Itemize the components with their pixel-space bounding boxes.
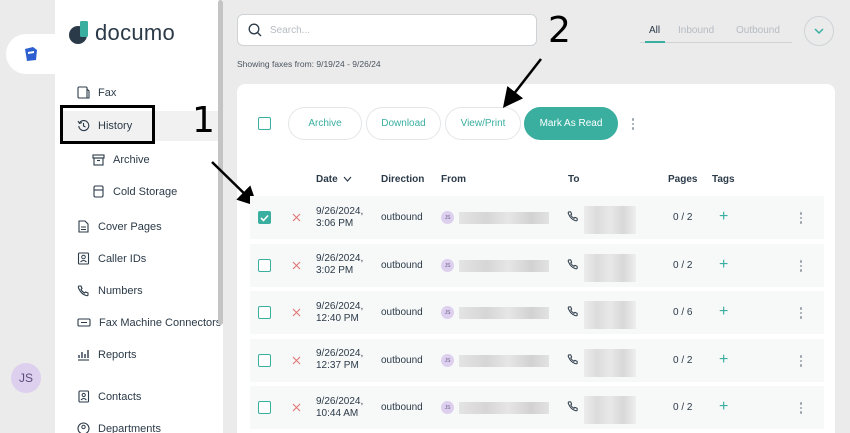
redacted-to	[584, 254, 636, 282]
failed-status-icon	[292, 403, 301, 412]
row-date-day: 9/26/2024,	[316, 396, 364, 407]
phone-icon	[567, 306, 578, 317]
row-pages: 0 / 2	[673, 402, 693, 413]
add-tag-icon[interactable]: +	[719, 209, 728, 225]
row-checkbox[interactable]	[258, 306, 271, 319]
row-checkbox[interactable]	[258, 354, 271, 367]
redacted-from	[459, 260, 549, 272]
redacted-from	[459, 307, 549, 319]
row-date-day: 9/26/2024,	[316, 206, 364, 217]
row-date-time: 3:06 PM	[316, 218, 354, 229]
row-menu-icon[interactable]	[799, 307, 803, 319]
sender-avatar: JS	[441, 211, 454, 224]
redacted-to	[584, 206, 636, 234]
row-checkbox[interactable]	[258, 401, 271, 414]
sender-avatar: JS	[441, 259, 454, 272]
row-date-day: 9/26/2024,	[316, 301, 364, 312]
annotation-arrow-2	[502, 58, 542, 108]
row-menu-icon[interactable]	[799, 355, 803, 367]
row-menu-icon[interactable]	[799, 212, 803, 224]
redacted-to	[584, 301, 636, 329]
row-date-time: 3:02 PM	[316, 265, 354, 276]
row-date: 9/26/2024, 12:40 PM	[316, 301, 363, 325]
row-date-day: 9/26/2024,	[316, 253, 364, 264]
phone-icon	[567, 354, 578, 365]
redacted-to	[584, 396, 636, 424]
row-date: 9/26/2024, 10:44 AM	[316, 396, 363, 420]
row-pages: 0 / 2	[673, 212, 693, 223]
row-direction: outbound	[381, 260, 423, 271]
row-pages: 0 / 6	[673, 307, 693, 318]
phone-icon	[567, 401, 578, 412]
sender-avatar: JS	[441, 354, 454, 367]
failed-status-icon	[292, 308, 301, 317]
row-menu-icon[interactable]	[799, 402, 803, 414]
row-menu-icon[interactable]	[799, 260, 803, 272]
redacted-from	[459, 212, 549, 224]
redacted-from	[459, 355, 549, 367]
phone-icon	[567, 211, 578, 222]
add-tag-icon[interactable]: +	[719, 399, 728, 415]
add-tag-icon[interactable]: +	[719, 304, 728, 320]
row-pages: 0 / 2	[673, 260, 693, 271]
failed-status-icon	[292, 356, 301, 365]
row-date: 9/26/2024, 3:02 PM	[316, 253, 363, 277]
row-direction: outbound	[381, 355, 423, 366]
sender-avatar: JS	[441, 401, 454, 414]
sender-avatar: JS	[441, 306, 454, 319]
add-tag-icon[interactable]: +	[719, 352, 728, 368]
row-date-time: 12:40 PM	[316, 313, 359, 324]
row-checkbox[interactable]	[258, 259, 271, 272]
row-date-time: 12:37 PM	[316, 360, 359, 371]
row-checkbox[interactable]	[258, 211, 271, 224]
row-date-day: 9/26/2024,	[316, 348, 364, 359]
failed-status-icon	[292, 213, 301, 222]
row-date: 9/26/2024, 12:37 PM	[316, 348, 363, 372]
checkmark-icon	[260, 214, 269, 222]
redacted-from	[459, 402, 549, 414]
add-tag-icon[interactable]: +	[719, 257, 728, 273]
row-direction: outbound	[381, 307, 423, 318]
phone-icon	[567, 259, 578, 270]
row-direction: outbound	[381, 212, 423, 223]
row-date: 9/26/2024, 3:06 PM	[316, 206, 363, 230]
annotation-arrow-1	[211, 161, 258, 207]
row-direction: outbound	[381, 402, 423, 413]
failed-status-icon	[292, 261, 301, 270]
row-pages: 0 / 2	[673, 355, 693, 366]
row-date-time: 10:44 AM	[316, 408, 359, 419]
redacted-to	[584, 349, 636, 377]
